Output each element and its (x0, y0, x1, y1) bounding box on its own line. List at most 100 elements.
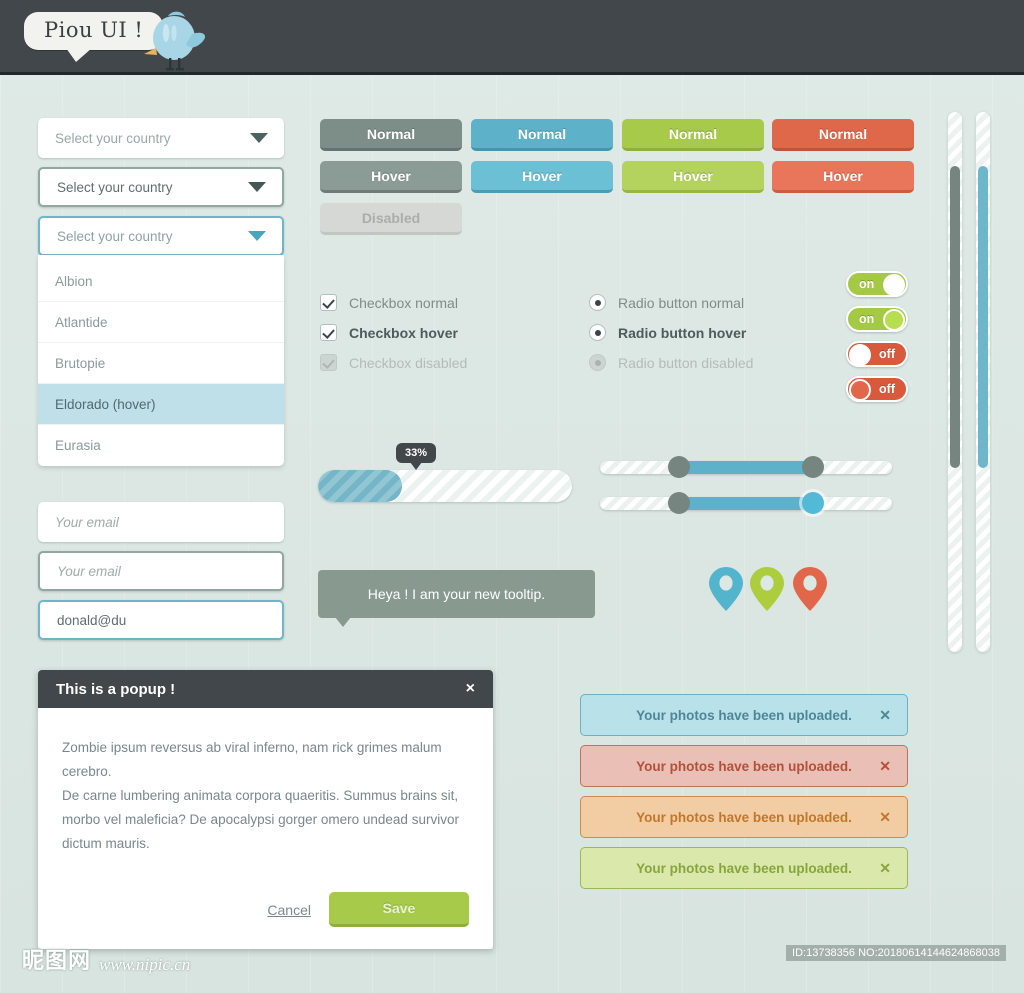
select-dropdown-list[interactable]: Albion Atlantide Brutopie Eldorado (hove… (38, 255, 284, 466)
button-red-hover[interactable]: Hover (772, 161, 914, 193)
alert-text: Your photos have been uploaded. (636, 860, 852, 876)
checkbox-normal[interactable]: Checkbox normal (320, 294, 458, 311)
slider-handle-end[interactable] (802, 492, 825, 514)
tooltip-text: Heya ! I am your new tooltip. (367, 586, 546, 602)
alert-text: Your photos have been uploaded. (636, 707, 852, 723)
checkbox-disabled: Checkbox disabled (320, 354, 467, 371)
popup-footer: Cancel Save (62, 892, 469, 927)
map-pin-blue[interactable] (707, 565, 745, 613)
toggle-on-normal[interactable]: on (846, 271, 908, 297)
alert-text: Your photos have been uploaded. (636, 758, 852, 774)
dropdown-option-eldorado[interactable]: Eldorado (hover) (38, 384, 284, 425)
watermark-brand: 昵图网 (22, 949, 92, 974)
popup-header: This is a popup ! × (38, 670, 493, 708)
button-gray-hover[interactable]: Hover (320, 161, 462, 193)
button-green-hover[interactable]: Hover (622, 161, 764, 193)
range-slider-hover[interactable] (600, 492, 892, 514)
toggle-label: off (879, 382, 895, 396)
toggle-knob[interactable] (883, 309, 905, 331)
checkbox-label: Checkbox normal (349, 294, 458, 311)
button-label: Normal (366, 125, 416, 142)
button-gray-normal[interactable]: Normal (320, 119, 462, 151)
button-label: Hover (371, 167, 411, 184)
progress-bar (318, 470, 572, 502)
slider-handle-end[interactable] (802, 456, 825, 478)
close-icon[interactable]: × (466, 680, 475, 698)
dropdown-option-brutopie[interactable]: Brutopie (38, 343, 284, 384)
button-blue-normal[interactable]: Normal (471, 119, 613, 151)
map-pin-orange[interactable] (791, 565, 829, 613)
email-placeholder: Your email (55, 514, 119, 530)
ui-kit-page: Piou UI ! Select your country Select you… (0, 0, 1024, 993)
radio-icon[interactable] (589, 294, 606, 311)
radio-normal[interactable]: Radio button normal (589, 294, 744, 311)
toggle-knob[interactable] (849, 344, 871, 366)
radio-hover[interactable]: Radio button hover (589, 324, 746, 341)
toggle-off-normal[interactable]: off (846, 341, 908, 367)
email-value: donald@du (57, 612, 127, 628)
alert-info: Your photos have been uploaded. ✕ (580, 694, 908, 736)
select-country-normal[interactable]: Select your country (38, 118, 284, 158)
button-green-normal[interactable]: Normal (622, 119, 764, 151)
cancel-button[interactable]: Cancel (267, 902, 311, 918)
popup-title: This is a popup ! (56, 680, 176, 698)
slider-range-fill (678, 461, 814, 474)
dropdown-option-atlantide[interactable]: Atlantide (38, 302, 284, 343)
button-red-normal[interactable]: Normal (772, 119, 914, 151)
dropdown-option-albion[interactable]: Albion (38, 261, 284, 302)
checkbox-icon[interactable] (320, 294, 337, 311)
close-icon[interactable]: ✕ (879, 860, 891, 877)
select-country-open[interactable]: Select your country (38, 216, 284, 256)
toggle-label: on (859, 277, 875, 291)
scrollbar-gray[interactable] (948, 112, 962, 652)
email-placeholder: Your email (57, 563, 121, 579)
checkbox-icon (320, 354, 337, 371)
email-field-hover[interactable]: Your email (38, 551, 284, 591)
button-blue-hover[interactable]: Hover (471, 161, 613, 193)
checkbox-icon[interactable] (320, 324, 337, 341)
button-label: Normal (818, 125, 868, 142)
radio-disabled: Radio button disabled (589, 354, 753, 371)
option-label: Atlantide (55, 314, 108, 330)
select-label: Select your country (57, 228, 173, 244)
button-label: Normal (517, 125, 567, 142)
button-label: Hover (673, 167, 713, 184)
popup-paragraph-2: De carne lumbering animata corpora quaer… (62, 788, 459, 851)
watermark: 昵图网 www.nipic.cn (22, 943, 190, 975)
option-label: Eurasia (55, 438, 101, 453)
toggle-knob[interactable] (849, 379, 871, 401)
logo-text: Piou UI ! (44, 18, 144, 42)
dropdown-option-eurasia[interactable]: Eurasia (38, 425, 284, 466)
scrollbar-blue[interactable] (976, 112, 990, 652)
slider-handle-start[interactable] (667, 492, 690, 514)
progress-tooltip: 33% (396, 443, 437, 470)
button-label: Disabled (361, 209, 421, 226)
option-label: Albion (55, 273, 93, 289)
chevron-down-icon (248, 231, 266, 241)
scrollbar-thumb[interactable] (978, 166, 988, 469)
close-icon[interactable]: ✕ (879, 707, 891, 724)
checkbox-hover[interactable]: Checkbox hover (320, 324, 458, 341)
email-field-normal[interactable]: Your email (38, 502, 284, 542)
map-pin-green[interactable] (748, 565, 786, 613)
toggle-on-hover[interactable]: on (846, 306, 908, 332)
select-country-hover[interactable]: Select your country (38, 167, 284, 207)
range-slider-normal[interactable] (600, 456, 892, 478)
email-field-filled[interactable]: donald@du (38, 600, 284, 640)
toggle-label: off (879, 347, 895, 361)
alert-text: Your photos have been uploaded. (636, 809, 852, 825)
scrollbar-thumb[interactable] (950, 166, 960, 469)
alert-success: Your photos have been uploaded. ✕ (580, 847, 908, 889)
close-icon[interactable]: ✕ (879, 758, 891, 775)
radio-label: Radio button normal (618, 294, 745, 311)
toggle-knob[interactable] (883, 274, 905, 296)
button-label: Hover (823, 167, 863, 184)
close-icon[interactable]: ✕ (879, 809, 891, 826)
toggle-off-hover[interactable]: off (846, 376, 908, 402)
radio-icon[interactable] (589, 324, 606, 341)
chevron-down-icon (250, 133, 268, 143)
save-button[interactable]: Save (329, 892, 469, 927)
button-label: Hover (522, 167, 562, 184)
select-label: Select your country (57, 179, 173, 195)
slider-handle-start[interactable] (667, 456, 690, 478)
